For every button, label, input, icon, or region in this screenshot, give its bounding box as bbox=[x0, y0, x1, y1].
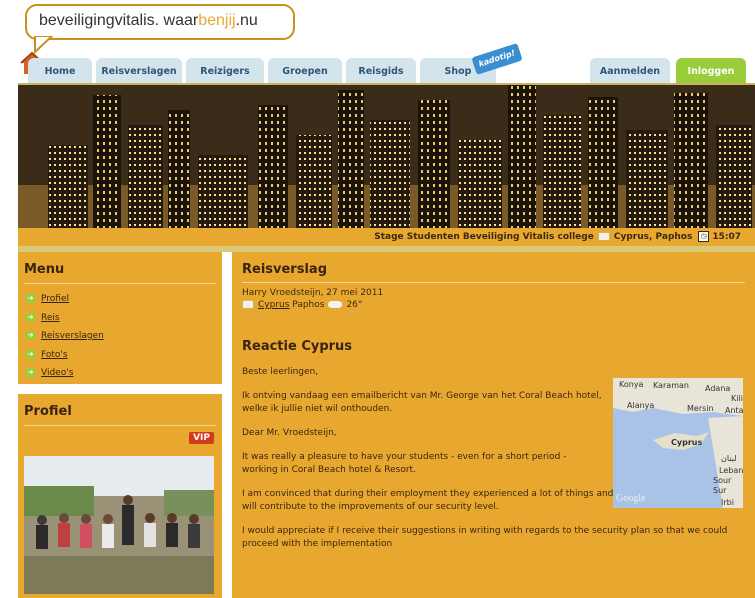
arrow-icon: ➜ bbox=[26, 294, 35, 303]
map-label: Lebanon bbox=[719, 466, 743, 475]
tab-reizigers[interactable]: Reizigers bbox=[186, 58, 264, 83]
menu-link-reis[interactable]: Reis bbox=[41, 313, 60, 323]
map-label: Mersin bbox=[687, 404, 714, 413]
menu-item-reis: ➜ Reis bbox=[24, 309, 216, 328]
vip-badge: VIP bbox=[189, 432, 214, 444]
header-banner bbox=[18, 85, 755, 228]
menu-link-videos[interactable]: Video's bbox=[41, 368, 73, 378]
menu-title: Menu bbox=[24, 252, 216, 284]
temperature: 26° bbox=[346, 300, 363, 310]
map-label: Sour bbox=[713, 476, 732, 485]
paragraph: Ik ontving vandaag een emailbericht van … bbox=[242, 391, 602, 414]
google-brand: Google bbox=[616, 493, 646, 504]
menu-item-reisverslagen: ➜ Reisverslagen bbox=[24, 327, 216, 346]
status-location[interactable]: Cyprus, Paphos bbox=[614, 232, 693, 242]
map-label: Sur bbox=[713, 486, 727, 495]
map-label: Konya bbox=[619, 380, 644, 389]
profile-panel: Profiel VIP bbox=[18, 394, 222, 598]
city-skyline-image bbox=[18, 85, 755, 228]
tab-home[interactable]: Home bbox=[28, 58, 92, 83]
profile-title: Profiel bbox=[24, 394, 216, 426]
logo-tld: .nu bbox=[235, 12, 258, 29]
menu-link-reisverslagen[interactable]: Reisverslagen bbox=[41, 331, 104, 341]
paragraph: It was really a pleasure to have your st… bbox=[242, 452, 567, 475]
menu-item-videos: ➜ Video's bbox=[24, 364, 216, 383]
city: Paphos bbox=[292, 300, 325, 310]
menu-panel: Menu ➜ Profiel ➜ Reis ➜ Reisverslagen ➜ Foto… bbox=[18, 252, 222, 384]
clock-icon: ◷ bbox=[698, 231, 710, 242]
author-date: Harry Vroedsteijn, 27 mei 2011 bbox=[242, 288, 384, 298]
logo-accent: benjij bbox=[198, 12, 236, 29]
local-time: 15:07 bbox=[712, 232, 741, 242]
kadotip-badge[interactable]: kadotip! bbox=[471, 43, 523, 75]
map-label: Cyprus bbox=[671, 438, 703, 447]
logo-text: beveiligingvitalis. waarbenjij.nu bbox=[39, 12, 258, 30]
tab-reisgids[interactable]: Reisgids bbox=[346, 58, 416, 83]
report-title: Reisverslag bbox=[242, 252, 745, 283]
location-line: Cyprus Paphos 26° bbox=[242, 299, 745, 311]
report-meta: Harry Vroedsteijn, 27 mei 2011 Cyprus Pa… bbox=[242, 287, 745, 311]
menu-item-profiel: ➜ Profiel bbox=[24, 290, 216, 309]
logo-waar: waar bbox=[163, 12, 199, 29]
country-link[interactable]: Cyprus bbox=[258, 300, 289, 310]
travel-status-bar: Stage Studenten Beveiliging Vitalis coll… bbox=[18, 228, 755, 246]
report-content: Reisverslag Harry Vroedsteijn, 27 mei 20… bbox=[232, 252, 755, 598]
profile-photo[interactable] bbox=[24, 456, 214, 594]
group-name[interactable]: Stage Studenten Beveiliging Vitalis coll… bbox=[374, 232, 594, 242]
menu-link-profiel[interactable]: Profiel bbox=[41, 294, 69, 304]
paragraph: I would appreciate if I receive their su… bbox=[242, 526, 728, 549]
main-nav: Home Reisverslagen Reizigers Groepen Rei… bbox=[18, 43, 755, 84]
arrow-icon: ➜ bbox=[26, 312, 35, 322]
menu-item-fotos: ➜ Foto's bbox=[24, 346, 216, 365]
tab-aanmelden[interactable]: Aanmelden bbox=[590, 58, 670, 83]
location-map[interactable]: Konya Karaman Adana Kili Alanya Mersin A… bbox=[613, 378, 743, 508]
menu-link-fotos[interactable]: Foto's bbox=[41, 350, 68, 360]
arrow-icon: ➜ bbox=[26, 349, 35, 359]
tab-reisverslagen[interactable]: Reisverslagen bbox=[96, 58, 182, 83]
tab-groepen[interactable]: Groepen bbox=[268, 58, 342, 83]
map-label: Kili bbox=[731, 394, 743, 403]
map-label: Karaman bbox=[653, 381, 689, 390]
tab-inloggen[interactable]: Inloggen bbox=[676, 58, 746, 83]
cloud-icon bbox=[328, 301, 343, 308]
map-label: Alanya bbox=[627, 401, 655, 410]
flag-icon bbox=[597, 232, 610, 241]
map-label: Antaky bbox=[725, 406, 743, 415]
map-label: لبنان bbox=[721, 454, 737, 463]
menu-list: ➜ Profiel ➜ Reis ➜ Reisverslagen ➜ Foto's ➜ V… bbox=[24, 290, 216, 383]
map-label: Irbi bbox=[721, 498, 734, 507]
arrow-icon: ➜ bbox=[26, 368, 35, 377]
article-heading: Reactie Cyprus bbox=[242, 339, 353, 354]
map-label: Adana bbox=[705, 384, 731, 393]
arrow-icon: ➜ bbox=[26, 331, 35, 340]
flag-icon bbox=[242, 300, 254, 309]
site-logo[interactable]: beveiligingvitalis. waarbenjij.nu bbox=[25, 4, 295, 40]
logo-main: beveiligingvitalis. bbox=[39, 12, 160, 29]
